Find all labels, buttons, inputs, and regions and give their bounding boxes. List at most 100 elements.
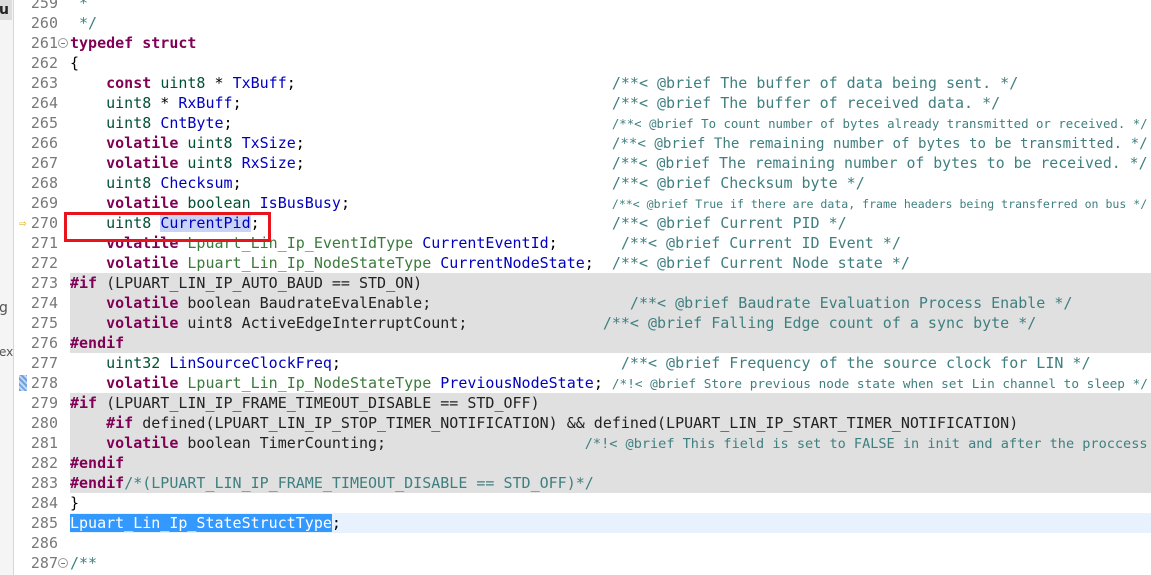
code-line[interactable]: 279 #if (LPUART_LIN_IP_FRAME_TIMEOUT_DISA… (15, 393, 1151, 413)
code-content[interactable]: #if (LPUART_LIN_IP_AUTO_BAUD == STD_ON) (70, 273, 1151, 293)
code-line[interactable]: 284} (15, 493, 1151, 513)
code-content[interactable]: * (70, 0, 1151, 13)
code-content[interactable]: volatile uint8 TxSize; /**< @brief The r… (70, 133, 1151, 153)
code-line[interactable]: 274 volatile boolean BaudrateEvalEnable;… (15, 293, 1151, 313)
inactive-code (70, 414, 106, 432)
code-line[interactable]: 264 uint8 * RxBuff; /**< @brief The buff… (15, 93, 1151, 113)
code-line[interactable]: 277 uint32 LinSourceClockFreq; /**< @bri… (15, 353, 1151, 373)
code-line[interactable]: 261 typedef struct (15, 33, 1151, 53)
keyword: volatile (106, 374, 179, 392)
code-content[interactable]: uint8 CurrentPid; /**< @brief Current PI… (70, 213, 1151, 233)
code-content[interactable]: volatile boolean IsBusBusy; /**< @brief … (70, 193, 1151, 213)
line-number: 280 (30, 414, 58, 432)
code-content[interactable]: { (70, 53, 1151, 73)
field-name: RxBuff (178, 94, 233, 112)
type-name: uint8 (160, 74, 206, 92)
code-line[interactable]: 267 volatile uint8 RxSize; /**< @brief T… (15, 153, 1151, 173)
code-content[interactable]: #endif/*(LPUART_LIN_IP_FRAME_TIMEOUT_DIS… (70, 473, 1151, 493)
line-number: 271 (30, 234, 58, 252)
code-content[interactable]: volatile Lpuart_Lin_Ip_NodeStateType Pre… (70, 373, 1151, 393)
code-content[interactable]: volatile boolean BaudrateEvalEnable; /**… (70, 293, 1151, 313)
line-number: 267 (30, 154, 58, 172)
code-text: } (70, 494, 80, 512)
code-line[interactable]: 260 */ (15, 13, 1151, 33)
inactive-code (70, 314, 106, 332)
code-content[interactable]: #if (LPUART_LIN_IP_FRAME_TIMEOUT_DISABLE… (70, 393, 1151, 413)
line-number: 269 (30, 194, 58, 212)
line-number: 265 (30, 114, 58, 132)
code-line[interactable]: 286 (15, 533, 1151, 553)
keyword: volatile (106, 194, 179, 212)
fold-collapse-icon[interactable] (58, 38, 68, 48)
code-line[interactable]: 266 volatile uint8 TxSize; /**< @brief T… (15, 133, 1151, 153)
code-line[interactable]: 263 const uint8 * TxBuff; /**< @brief Th… (15, 73, 1151, 93)
code-line[interactable]: 273 #if (LPUART_LIN_IP_AUTO_BAUD == STD_O… (15, 273, 1151, 293)
line-number: 277 (30, 354, 58, 372)
code-content[interactable]: #endif (70, 333, 1151, 353)
code-line[interactable]: 285 Lpuart_Lin_Ip_StateStructType; (15, 513, 1151, 533)
code-line[interactable]: 283 #endif/*(LPUART_LIN_IP_FRAME_TIMEOUT_… (15, 473, 1151, 493)
code-content[interactable]: /** (70, 553, 1151, 573)
code-content[interactable]: volatile Lpuart_Lin_Ip_NodeStateType Cur… (70, 253, 1151, 273)
code-line[interactable]: 275 volatile uint8 ActiveEdgeInterruptCo… (15, 313, 1151, 333)
code-line[interactable]: 265 uint8 CntByte; /**< @brief To count … (15, 113, 1151, 133)
code-line[interactable]: 281 volatile boolean TimerCounting; /*!<… (15, 433, 1151, 453)
code-content[interactable]: } (70, 493, 1151, 513)
line-number: 285 (30, 514, 58, 532)
code-editor[interactable]: 259 * 260 */261 typedef struct 262{263 cons… (15, 0, 1151, 573)
line-number: 282 (30, 454, 58, 472)
code-content[interactable]: typedef struct (70, 33, 1151, 53)
code-line[interactable]: 276 #endif (15, 333, 1151, 353)
highlighted-occurrence: CurrentPid (160, 214, 251, 232)
fold-collapse-icon[interactable] (58, 558, 68, 568)
change-marker-icon[interactable] (19, 375, 27, 391)
type-name: uint8 (106, 174, 152, 192)
code-content[interactable]: const uint8 * TxBuff; /**< @brief The bu… (70, 73, 1151, 93)
code-line[interactable]: 280 #if defined(LPUART_LIN_IP_STOP_TIMER… (15, 413, 1151, 433)
code-content[interactable]: volatile Lpuart_Lin_Ip_EventIdType Curre… (70, 233, 1151, 253)
code-line[interactable]: 272 volatile Lpuart_Lin_Ip_NodeStateType… (15, 253, 1151, 273)
code-content[interactable]: Lpuart_Lin_Ip_StateStructType; (70, 513, 1151, 533)
inactive-code: (LPUART_LIN_IP_AUTO_BAUD == STD_ON) (97, 274, 423, 292)
code-line[interactable]: 269 volatile boolean IsBusBusy; /**< @br… (15, 193, 1151, 213)
code-text: ; (232, 94, 612, 112)
code-content[interactable]: uint8 Checksum; /**< @brief Checksum byt… (70, 173, 1151, 193)
code-line[interactable]: 271 volatile Lpuart_Lin_Ip_EventIdType C… (15, 233, 1151, 253)
comment: /**< @brief The remaining number of byte… (611, 136, 1148, 152)
typedef-name: Lpuart_Lin_Ip_NodeStateType (187, 254, 432, 272)
code-text: ; (232, 174, 612, 192)
code-line[interactable]: 259 * (15, 0, 1151, 13)
code-content[interactable]: #endif (70, 453, 1151, 473)
code-content[interactable]: volatile uint8 RxSize; /**< @brief The r… (70, 153, 1151, 173)
code-content[interactable]: volatile boolean TimerCounting; /*!< @br… (70, 433, 1151, 453)
code-line[interactable]: 282 #endif (15, 453, 1151, 473)
code-line[interactable]: 287 /** (15, 553, 1151, 573)
preprocessor-directive: #if (106, 414, 134, 432)
code-line[interactable]: 268 uint8 Checksum; /**< @brief Checksum… (15, 173, 1151, 193)
preprocessor-directive: #endif (70, 334, 125, 352)
line-number: 273 (30, 274, 58, 292)
code-content[interactable]: */ (70, 13, 1151, 33)
code-text: * (151, 94, 179, 112)
code-content[interactable]: uint8 * RxBuff; /**< @brief The buffer o… (70, 93, 1151, 113)
code-content[interactable]: volatile uint8 ActiveEdgeInterruptCount;… (70, 313, 1151, 333)
side-panel-tab-fragment[interactable]: u (0, 0, 12, 20)
code-content[interactable] (70, 533, 1151, 553)
code-line[interactable]: 270 ⇨ uint8 CurrentPid; /**< @brief Curre… (15, 213, 1151, 233)
code-content[interactable]: uint32 LinSourceClockFreq; /**< @brief F… (70, 353, 1151, 373)
code-line[interactable]: 278 volatile Lpuart_Lin_Ip_NodeStateType… (15, 373, 1151, 393)
code-content[interactable]: #if defined(LPUART_LIN_IP_STOP_TIMER_NOT… (70, 413, 1151, 433)
line-number: 286 (30, 534, 58, 552)
line-number: 284 (30, 494, 58, 512)
code-content[interactable]: uint8 CntByte; /**< @brief To count numb… (70, 113, 1151, 133)
field-name: RxSize (241, 154, 296, 172)
code-line[interactable]: 262 { (15, 53, 1151, 73)
